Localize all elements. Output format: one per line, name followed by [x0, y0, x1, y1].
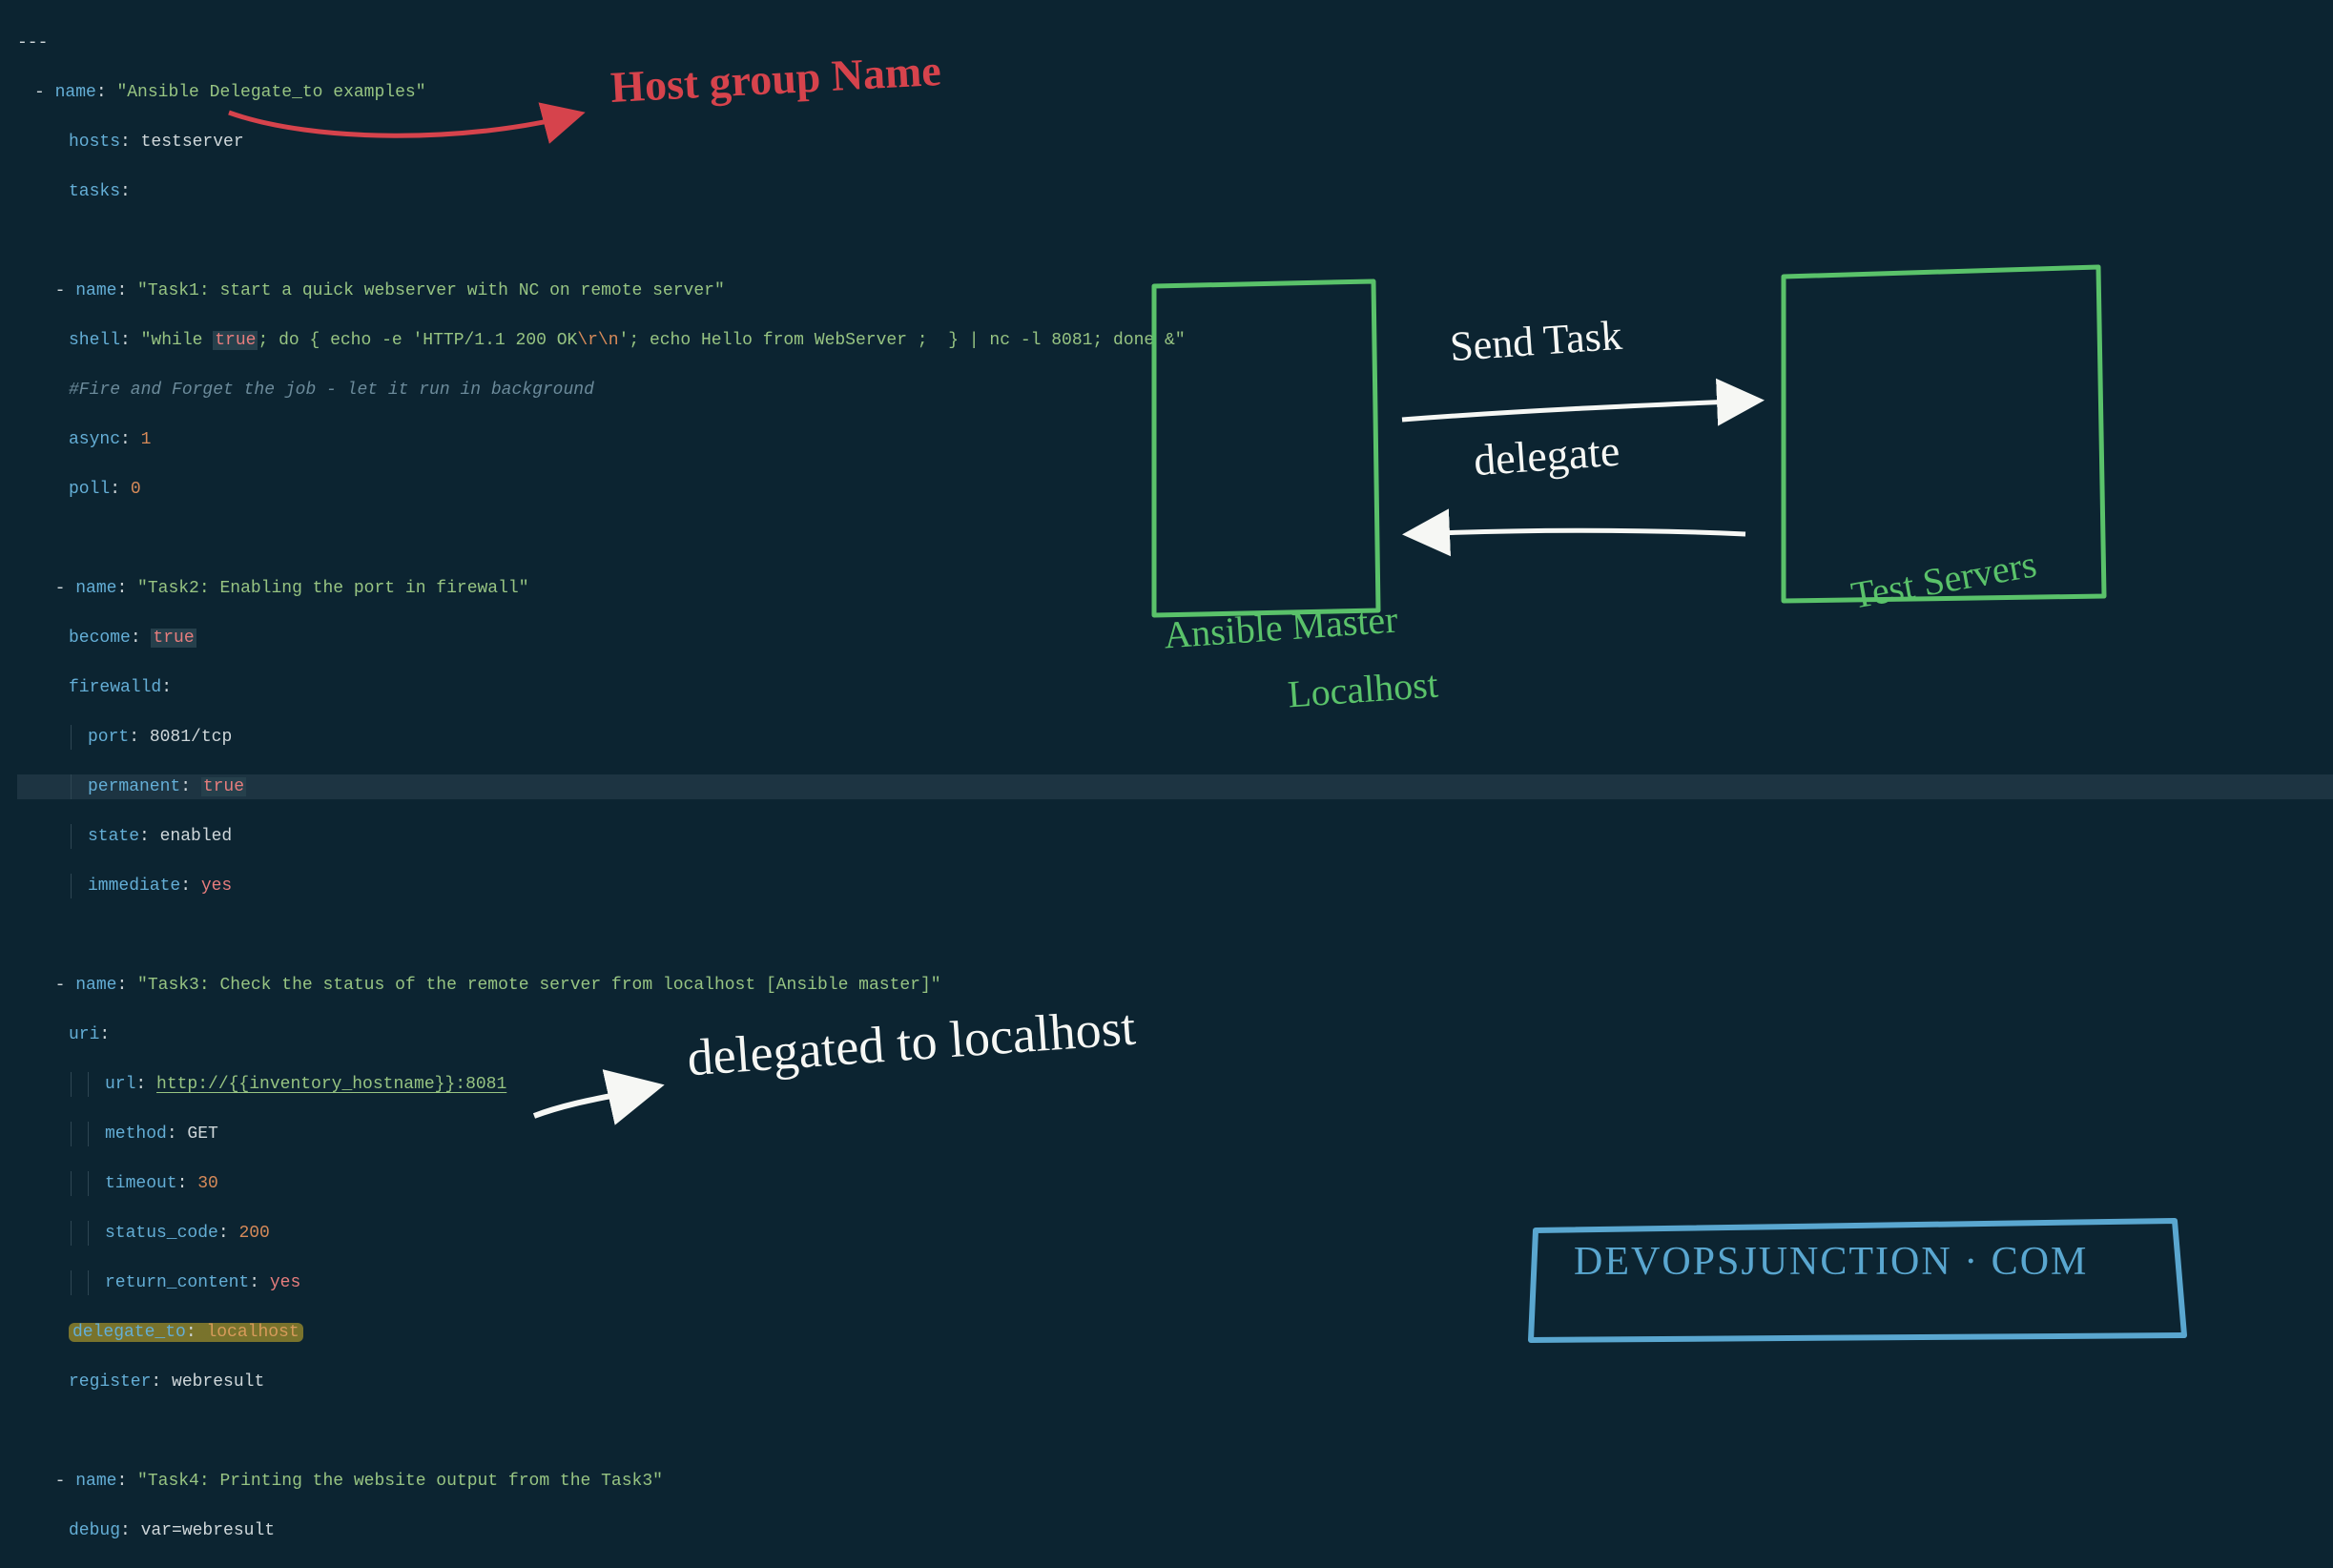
delegate-to-highlight: delegate_to: localhost — [69, 1323, 303, 1342]
key-name: name — [55, 83, 96, 102]
hosts-value: testserver — [141, 133, 244, 152]
task3-name: "Task3: Check the status of the remote s… — [137, 976, 941, 995]
comment-fire-forget: #Fire and Forget the job - let it run in… — [69, 381, 594, 400]
key-hosts: hosts — [69, 133, 120, 152]
yaml-code-block: --- - name: "Ansible Delegate_to example… — [17, 6, 2333, 1568]
yaml-doc-start: --- — [17, 33, 48, 52]
task1-name: "Task1: start a quick webserver with NC … — [137, 281, 725, 300]
task4-name: "Task4: Printing the website output from… — [137, 1472, 663, 1491]
play-name-value: "Ansible Delegate_to examples" — [116, 83, 425, 102]
task3-url: http://{{inventory_hostname}}:8081 — [156, 1075, 506, 1094]
key-tasks: tasks — [69, 182, 120, 201]
task2-name: "Task2: Enabling the port in firewall" — [137, 579, 528, 598]
